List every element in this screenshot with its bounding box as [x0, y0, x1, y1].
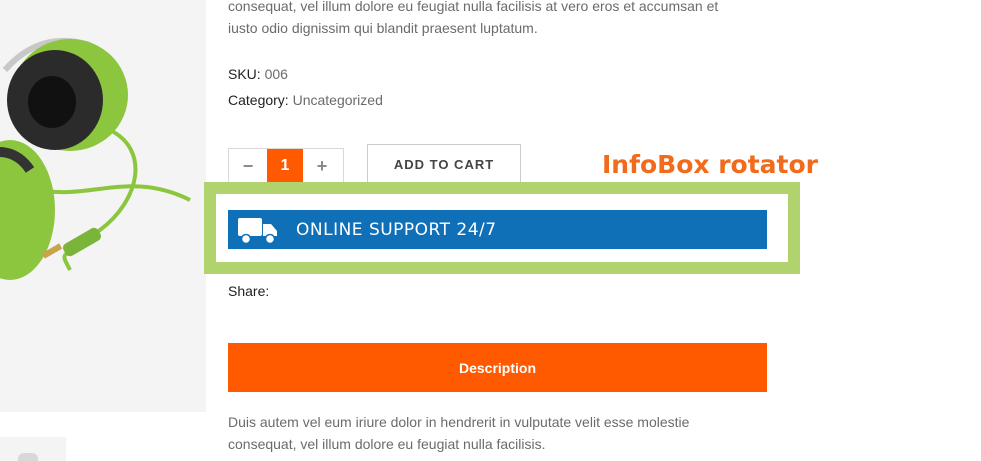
share-label: Share:	[228, 283, 270, 299]
infobox-label: ONLINE SUPPORT 24/7	[296, 219, 497, 240]
headphones-image	[0, 37, 191, 280]
description-line: consequat, vel illum dolore eu feugiat n…	[228, 0, 719, 14]
tab-description[interactable]: Description	[228, 343, 767, 392]
sku-value: 006	[264, 66, 288, 82]
category-label: Category:	[228, 92, 289, 108]
product-image[interactable]	[0, 0, 206, 412]
sku-row: SKU: 006	[228, 66, 288, 82]
product-description-bottom: Duis autem vel eum iriure dolor in hendr…	[228, 411, 768, 455]
quantity-increase-button[interactable]: +	[303, 149, 341, 183]
infobox-online-support[interactable]: ONLINE SUPPORT 24/7	[228, 210, 767, 249]
description-line: Duis autem vel eum iriure dolor in hendr…	[228, 414, 690, 430]
truck-icon	[236, 215, 280, 245]
add-to-cart-button[interactable]: ADD TO CART	[367, 144, 521, 184]
description-line: consequat, vel illum dolore eu feugiat n…	[228, 436, 546, 452]
product-description-top: consequat, vel illum dolore eu feugiat n…	[228, 0, 768, 39]
quantity-stepper[interactable]: − 1 +	[228, 148, 344, 184]
description-line: iusto odio dignissim qui blandit praesen…	[228, 20, 538, 36]
quantity-decrease-button[interactable]: −	[229, 149, 267, 183]
category-link[interactable]: Uncategorized	[293, 92, 383, 108]
category-row: Category: Uncategorized	[228, 92, 383, 108]
sku-label: SKU:	[228, 66, 261, 82]
infobox-rotator-title: InfoBox rotator	[602, 150, 818, 179]
quantity-value[interactable]: 1	[267, 149, 303, 183]
product-thumbnail[interactable]	[0, 437, 66, 461]
